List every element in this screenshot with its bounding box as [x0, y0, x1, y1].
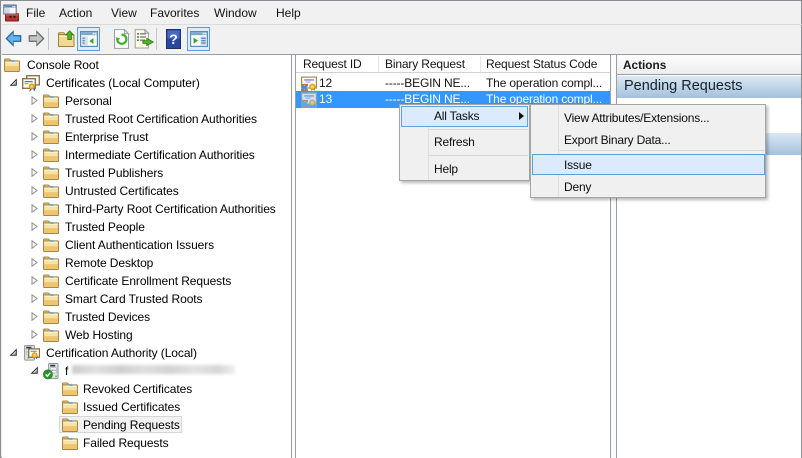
svg-text:?: ? [169, 31, 178, 47]
